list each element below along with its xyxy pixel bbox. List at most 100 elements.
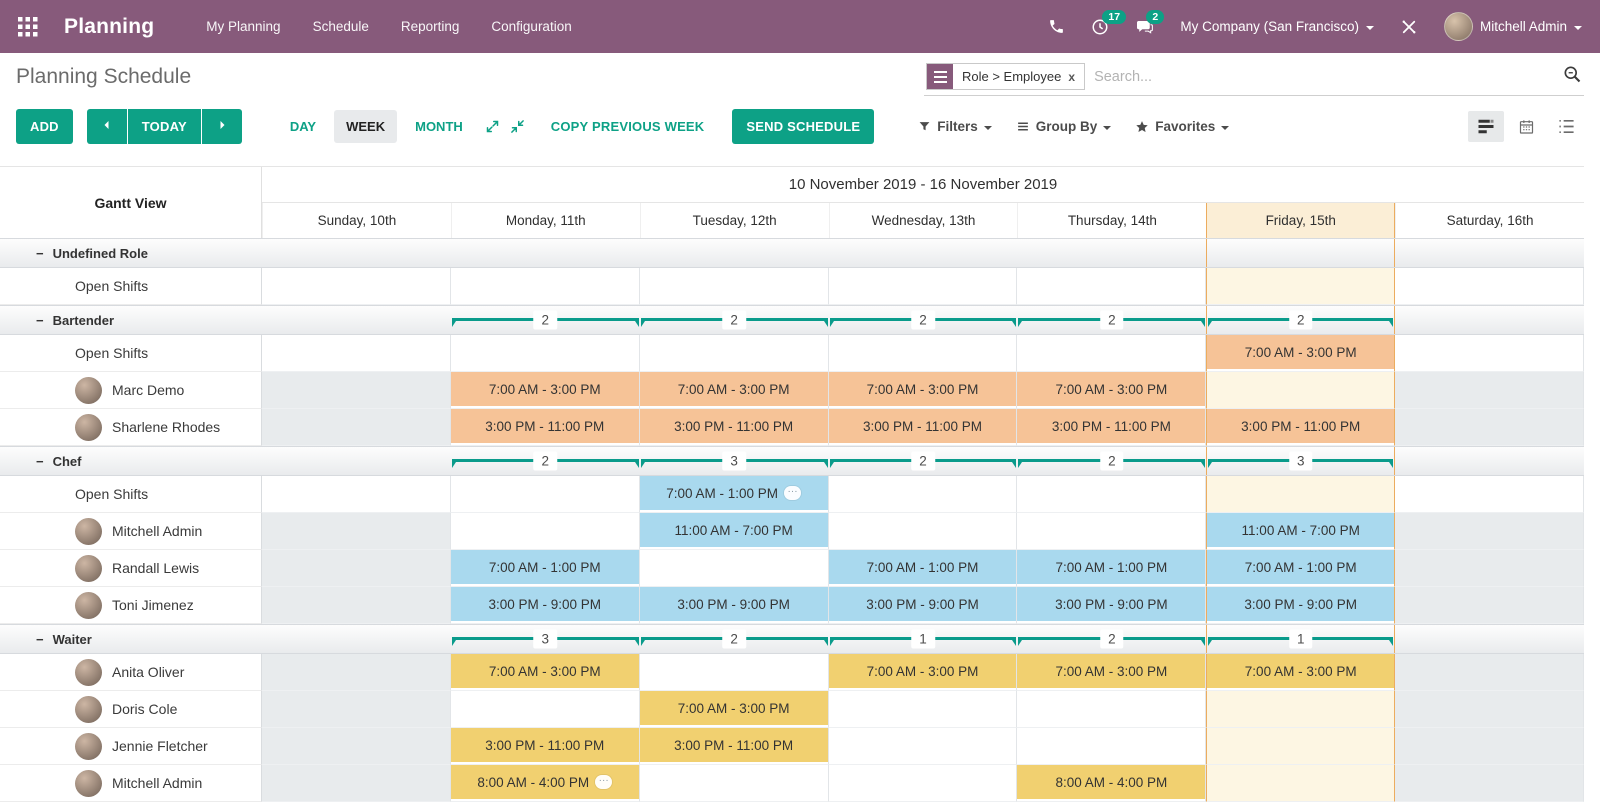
next-arrow-button[interactable] [202, 109, 242, 144]
shift-7-00-am-3-00-pm[interactable]: 7:00 AM - 3:00 PM [1017, 372, 1205, 406]
day-cell[interactable] [262, 728, 451, 765]
day-cell[interactable] [829, 513, 1018, 550]
scale-day-button[interactable]: DAY [278, 110, 328, 143]
shift-7-00-am-1-00-pm[interactable]: 7:00 AM - 1:00 PM [1017, 550, 1205, 584]
day-cell[interactable]: 7:00 AM - 3:00 PM [640, 372, 829, 409]
apps-grid-icon[interactable] [18, 16, 40, 38]
shift-3-00-pm-11-00-pm[interactable]: 3:00 PM - 11:00 PM [1017, 409, 1205, 443]
day-cell[interactable] [451, 513, 640, 550]
day-cell[interactable] [262, 513, 451, 550]
group-row-undefined-role[interactable]: −Undefined Role [0, 238, 1584, 268]
shift-3-00-pm-9-00-pm[interactable]: 3:00 PM - 9:00 PM [1017, 587, 1205, 621]
day-cell[interactable]: 3:00 PM - 11:00 PM [640, 409, 829, 446]
shift-7-00-am-3-00-pm[interactable]: 7:00 AM - 3:00 PM [1207, 654, 1394, 688]
day-cell[interactable] [640, 335, 829, 372]
day-cell[interactable] [829, 691, 1018, 728]
day-cell[interactable] [829, 728, 1018, 765]
day-cell[interactable]: 8:00 AM - 4:00 PM [1017, 765, 1206, 802]
shift-3-00-pm-9-00-pm[interactable]: 3:00 PM - 9:00 PM [1207, 587, 1394, 621]
day-cell[interactable] [1395, 550, 1584, 587]
day-cell[interactable] [1206, 691, 1395, 728]
day-cell[interactable] [1395, 654, 1584, 691]
day-cell[interactable] [451, 476, 640, 513]
menu-configuration[interactable]: Configuration [491, 19, 571, 34]
day-cell[interactable] [640, 550, 829, 587]
day-cell[interactable]: 7:00 AM - 3:00 PM [451, 654, 640, 691]
group-row-waiter[interactable]: −Waiter32121 [0, 624, 1584, 654]
shift-7-00-am-3-00-pm[interactable]: 7:00 AM - 3:00 PM [829, 372, 1017, 406]
menu-reporting[interactable]: Reporting [401, 19, 460, 34]
shift-3-00-pm-11-00-pm[interactable]: 3:00 PM - 11:00 PM [640, 728, 828, 762]
day-cell[interactable] [262, 268, 451, 305]
group-row-chef[interactable]: −Chef23223 [0, 446, 1584, 476]
day-cell[interactable] [1395, 513, 1584, 550]
day-cell[interactable] [262, 476, 451, 513]
shift-7-00-am-3-00-pm[interactable]: 7:00 AM - 3:00 PM [451, 372, 639, 406]
shift-7-00-am-3-00-pm[interactable]: 7:00 AM - 3:00 PM [1207, 335, 1394, 369]
day-cell[interactable] [640, 765, 829, 802]
scale-week-button[interactable]: WEEK [334, 110, 397, 143]
add-button[interactable]: ADD [16, 109, 73, 144]
search-bar[interactable]: Role > Employee x [924, 62, 1584, 96]
day-cell[interactable]: 7:00 AM - 1:00 PM [451, 550, 640, 587]
shift-7-00-am-1-00-pm[interactable]: 7:00 AM - 1:00 PM [829, 550, 1017, 584]
shift-3-00-pm-11-00-pm[interactable]: 3:00 PM - 11:00 PM [1207, 409, 1394, 443]
day-cell[interactable] [262, 550, 451, 587]
day-cell[interactable] [1017, 513, 1206, 550]
day-cell[interactable]: 7:00 AM - 3:00 PM [1017, 654, 1206, 691]
shift-11-00-am-7-00-pm[interactable]: 11:00 AM - 7:00 PM [1207, 513, 1394, 547]
scale-month-button[interactable]: MONTH [403, 110, 475, 143]
activities-icon[interactable]: 17 [1091, 18, 1109, 36]
collapse-minus-icon[interactable]: − [36, 246, 44, 261]
search-magnifier-icon[interactable] [1562, 64, 1582, 89]
prev-arrow-button[interactable] [87, 109, 127, 144]
shift-7-00-am-3-00-pm[interactable]: 7:00 AM - 3:00 PM [640, 372, 828, 406]
day-cell[interactable] [1206, 476, 1395, 513]
collapse-minus-icon[interactable]: − [36, 632, 44, 647]
filters-dropdown[interactable]: Filters [918, 119, 992, 134]
company-switcher[interactable]: My Company (San Francisco) [1180, 19, 1374, 34]
day-cell[interactable] [451, 335, 640, 372]
day-cell[interactable] [829, 476, 1018, 513]
shift-3-00-pm-11-00-pm[interactable]: 3:00 PM - 11:00 PM [451, 409, 639, 443]
group-row-bartender[interactable]: −Bartender22222 [0, 305, 1584, 335]
day-cell[interactable] [1395, 765, 1584, 802]
day-cell[interactable] [1395, 728, 1584, 765]
day-cell[interactable]: 3:00 PM - 11:00 PM [640, 728, 829, 765]
shift-3-00-pm-11-00-pm[interactable]: 3:00 PM - 11:00 PM [829, 409, 1017, 443]
shift-7-00-am-1-00-pm[interactable]: 7:00 AM - 1:00 PM [640, 476, 828, 510]
day-cell[interactable]: 7:00 AM - 3:00 PM [1017, 372, 1206, 409]
favorites-dropdown[interactable]: Favorites [1135, 119, 1229, 134]
shift-7-00-am-1-00-pm[interactable]: 7:00 AM - 1:00 PM [451, 550, 639, 584]
day-cell[interactable]: 3:00 PM - 11:00 PM [1017, 409, 1206, 446]
day-cell[interactable] [1206, 372, 1395, 409]
day-cell[interactable] [1395, 372, 1584, 409]
search-input[interactable] [1094, 69, 1562, 85]
day-cell[interactable] [451, 268, 640, 305]
gantt-view-icon[interactable] [1468, 111, 1504, 142]
day-cell[interactable] [1206, 728, 1395, 765]
day-cell[interactable]: 7:00 AM - 3:00 PM [451, 372, 640, 409]
shift-7-00-am-3-00-pm[interactable]: 7:00 AM - 3:00 PM [1017, 654, 1205, 688]
shift-7-00-am-3-00-pm[interactable]: 7:00 AM - 3:00 PM [829, 654, 1017, 688]
day-cell[interactable] [1395, 335, 1584, 372]
day-cell[interactable] [262, 372, 451, 409]
day-cell[interactable] [1017, 728, 1206, 765]
shift-7-00-am-1-00-pm[interactable]: 7:00 AM - 1:00 PM [1207, 550, 1394, 584]
day-cell[interactable] [1395, 409, 1584, 446]
shift-3-00-pm-11-00-pm[interactable]: 3:00 PM - 11:00 PM [640, 409, 828, 443]
day-cell[interactable]: 3:00 PM - 9:00 PM [640, 587, 829, 624]
day-cell[interactable] [1017, 476, 1206, 513]
day-cell[interactable] [829, 335, 1018, 372]
day-cell[interactable] [1395, 691, 1584, 728]
day-cell[interactable]: 7:00 AM - 1:00 PM [1017, 550, 1206, 587]
calendar-view-icon[interactable] [1508, 111, 1544, 142]
day-cell[interactable]: 7:00 AM - 3:00 PM [1206, 654, 1395, 691]
day-cell[interactable] [1017, 691, 1206, 728]
collapse-minus-icon[interactable]: − [36, 313, 44, 328]
day-cell[interactable] [640, 654, 829, 691]
day-cell[interactable]: 7:00 AM - 3:00 PM [1206, 335, 1395, 372]
user-menu[interactable]: Mitchell Admin [1444, 12, 1582, 41]
day-cell[interactable] [1206, 268, 1395, 305]
menu-schedule[interactable]: Schedule [313, 19, 369, 34]
